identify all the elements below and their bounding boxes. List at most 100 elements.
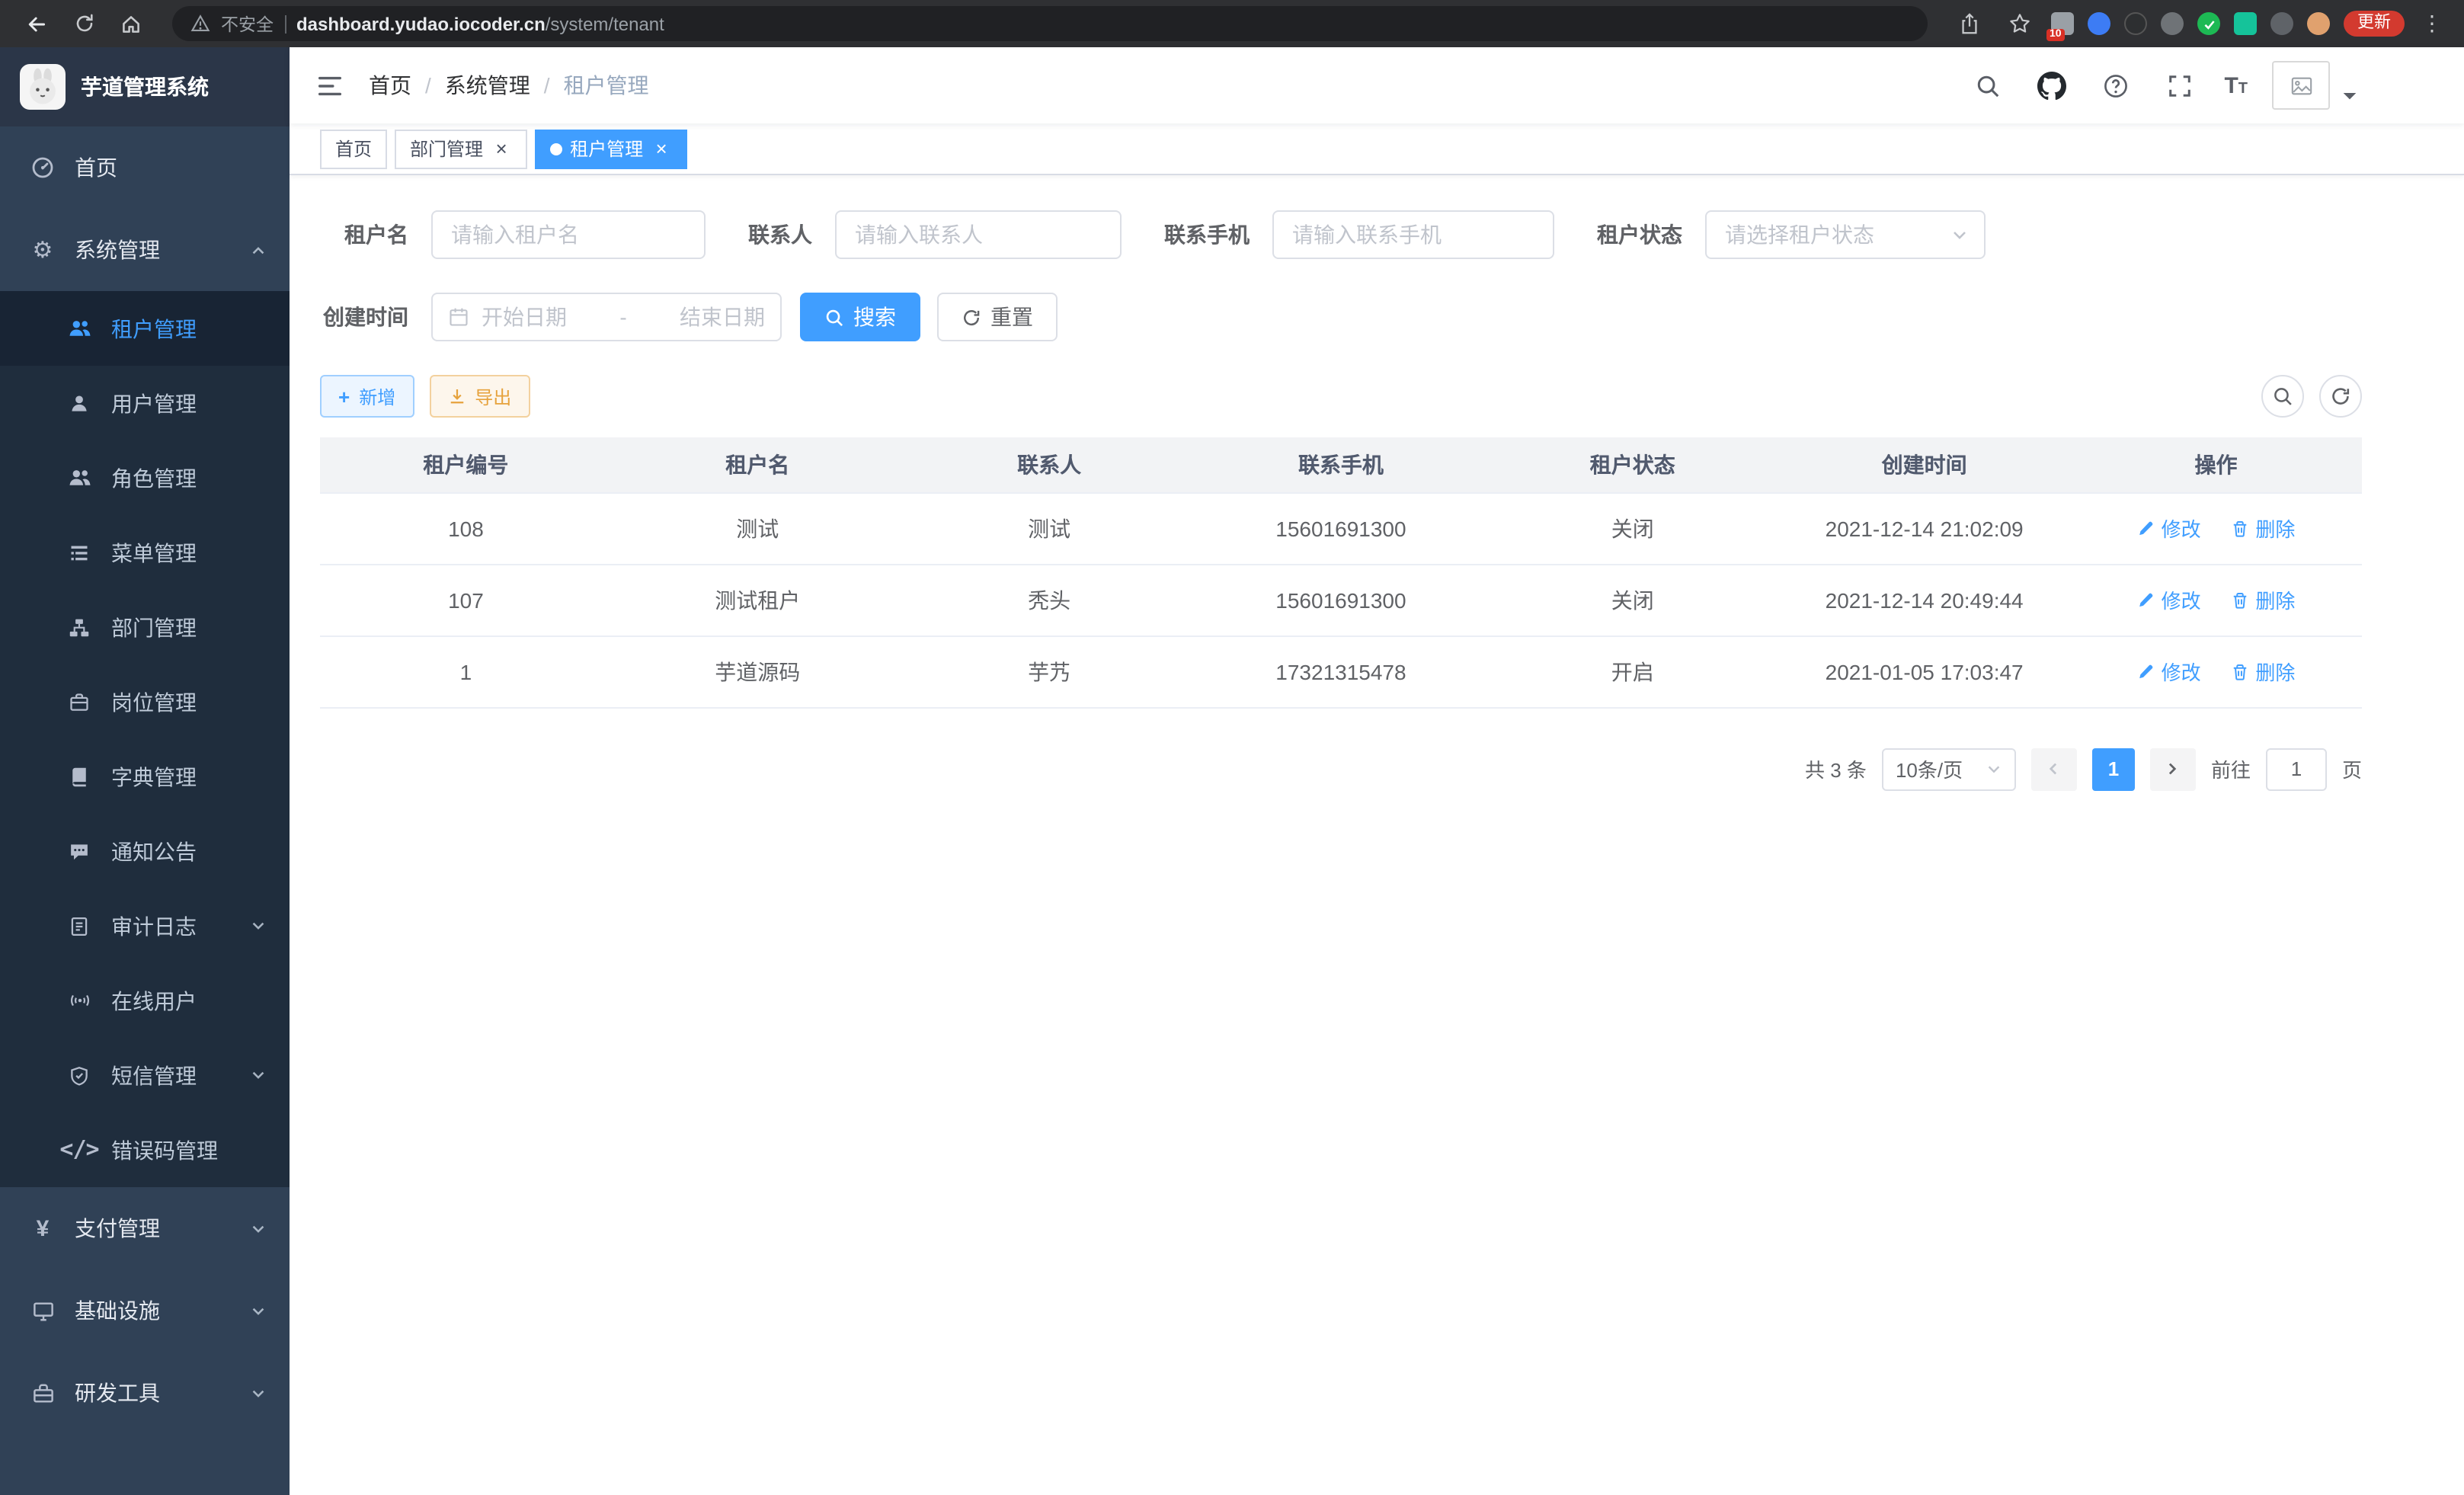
profile-avatar-icon[interactable] <box>2307 12 2330 35</box>
github-icon[interactable] <box>2032 66 2072 105</box>
tag-dept[interactable]: 部门管理 × <box>395 129 527 168</box>
table-header-cell: 租户编号 <box>320 437 612 492</box>
extension-icon[interactable] <box>2234 12 2257 35</box>
breadcrumb-home[interactable]: 首页 <box>369 70 411 101</box>
bookmark-star-icon[interactable] <box>2001 5 2037 42</box>
delete-label: 删除 <box>2255 514 2295 543</box>
sidebar-item-menu[interactable]: 菜单管理 <box>0 515 290 590</box>
tenant-icon <box>67 316 91 341</box>
sidebar-toggle-icon[interactable] <box>314 70 344 101</box>
sidebar-item-infrastructure[interactable]: 基础设施 <box>0 1269 290 1352</box>
sidebar-item-label: 首页 <box>75 152 117 183</box>
edit-button[interactable]: 修改 <box>2137 514 2201 543</box>
sidebar-item-user[interactable]: 用户管理 <box>0 366 290 440</box>
sidebar-item-error-code[interactable]: </> 错误码管理 <box>0 1112 290 1187</box>
omnibox-divider <box>284 14 286 33</box>
cell-tenant-id: 1 <box>320 635 612 707</box>
url-bar[interactable]: 不安全 dashboard.yudao.iocoder.cn/system/te… <box>172 6 1928 41</box>
browser-toolbar: 不安全 dashboard.yudao.iocoder.cn/system/te… <box>0 0 2464 47</box>
reload-icon[interactable] <box>66 5 102 42</box>
edit-button[interactable]: 修改 <box>2137 585 2201 614</box>
browser-update-button[interactable]: 更新 <box>2344 11 2405 37</box>
cell-phone: 15601691300 <box>1195 492 1487 564</box>
page-size-select[interactable]: 10条/页 <box>1882 748 2016 790</box>
delete-button[interactable]: 删除 <box>2231 657 2295 686</box>
goto-page-input[interactable] <box>2266 748 2327 790</box>
sidebar-item-dept[interactable]: 部门管理 <box>0 590 290 664</box>
status-select[interactable]: 请选择租户状态 <box>1705 210 1986 259</box>
toggle-search-icon[interactable] <box>2261 375 2304 418</box>
delete-button[interactable]: 删除 <box>2231 514 2295 543</box>
sidebar-item-post[interactable]: 岗位管理 <box>0 664 290 739</box>
sidebar-item-devtools[interactable]: 研发工具 <box>0 1352 290 1434</box>
caret-down-icon[interactable] <box>2342 91 2357 102</box>
top-navbar: 首页 / 系统管理 / 租户管理 TT <box>290 47 2464 123</box>
extension-icon[interactable]: 10 <box>2051 12 2074 35</box>
tag-home[interactable]: 首页 <box>320 129 387 168</box>
close-icon[interactable]: × <box>651 138 672 159</box>
sidebar-item-dict[interactable]: 字典管理 <box>0 739 290 814</box>
breadcrumb-system: 系统管理 <box>445 70 530 101</box>
sidebar-item-role[interactable]: 角色管理 <box>0 440 290 515</box>
sidebar-item-online-users[interactable]: 在线用户 <box>0 963 290 1038</box>
sidebar-item-payment[interactable]: ¥ 支付管理 <box>0 1187 290 1269</box>
dictionary-icon <box>67 764 91 789</box>
cell-phone: 17321315478 <box>1195 635 1487 707</box>
download-icon <box>447 387 466 405</box>
extension-icon[interactable] <box>2088 12 2110 35</box>
contact-input[interactable] <box>835 210 1122 259</box>
search-button[interactable]: 搜索 <box>800 293 920 341</box>
home-icon[interactable] <box>113 5 149 42</box>
search-button-label: 搜索 <box>853 302 896 332</box>
sidebar-item-tenant[interactable]: 租户管理 <box>0 291 290 366</box>
sidebar-item-label: 在线用户 <box>111 985 197 1016</box>
payment-icon: ¥ <box>30 1216 55 1240</box>
sidebar-item-home[interactable]: 首页 <box>0 126 290 209</box>
fullscreen-icon[interactable] <box>2160 66 2200 105</box>
avatar[interactable] <box>2272 61 2330 110</box>
sidebar-item-label: 基础设施 <box>75 1295 160 1326</box>
back-icon[interactable] <box>18 5 55 42</box>
cell-contact: 芋艿 <box>904 635 1195 707</box>
reset-button[interactable]: 重置 <box>937 293 1058 341</box>
extension-icon[interactable] <box>2270 12 2293 35</box>
tenant-table: 租户编号 租户名 联系人 联系手机 租户状态 创建时间 操作 108 测试 测试… <box>320 437 2362 708</box>
app-logo[interactable]: 芋道管理系统 <box>0 47 290 126</box>
extension-icon[interactable] <box>2197 12 2220 35</box>
phone-input[interactable] <box>1272 210 1554 259</box>
sidebar-item-audit-log[interactable]: 审计日志 <box>0 888 290 963</box>
date-range-picker[interactable]: 开始日期 - 结束日期 <box>431 293 782 341</box>
tag-tenant[interactable]: 租户管理 × <box>535 129 687 168</box>
delete-button[interactable]: 删除 <box>2231 585 2295 614</box>
table-header-cell: 租户名 <box>612 437 904 492</box>
table-tools <box>2261 375 2362 418</box>
chevron-down-icon <box>250 1302 267 1319</box>
edit-button[interactable]: 修改 <box>2137 657 2201 686</box>
page-number-1[interactable]: 1 <box>2092 748 2135 790</box>
prev-page-button[interactable] <box>2031 748 2077 790</box>
filter-tenant-name: 租户名 <box>320 210 706 259</box>
cell-created: 2021-12-14 20:49:44 <box>1778 564 2070 635</box>
sidebar-item-sms[interactable]: 短信管理 <box>0 1038 290 1112</box>
reset-button-label: 重置 <box>990 302 1033 332</box>
share-icon[interactable] <box>1950 5 1987 42</box>
sidebar-item-notice[interactable]: 通知公告 <box>0 814 290 888</box>
logo-image <box>20 64 66 110</box>
tenant-name-input[interactable] <box>431 210 706 259</box>
next-page-button[interactable] <box>2150 748 2196 790</box>
close-icon[interactable]: × <box>491 138 512 159</box>
kebab-menu-icon[interactable]: ⋮ <box>2418 11 2446 37</box>
help-icon[interactable] <box>2096 66 2136 105</box>
sidebar-item-system[interactable]: ⚙ 系统管理 <box>0 209 290 291</box>
sidebar-item-label: 审计日志 <box>111 911 197 941</box>
table-header-cell: 租户状态 <box>1486 437 1778 492</box>
extension-icon[interactable] <box>2124 12 2147 35</box>
search-icon[interactable] <box>1968 66 2008 105</box>
add-button[interactable]: + 新增 <box>320 375 414 418</box>
export-button[interactable]: 导出 <box>429 375 530 418</box>
cell-tenant-name: 测试租户 <box>612 564 904 635</box>
extension-icon[interactable] <box>2161 12 2184 35</box>
security-warning-icon <box>190 14 210 34</box>
font-size-icon[interactable]: TT <box>2224 74 2248 97</box>
refresh-icon[interactable] <box>2319 375 2362 418</box>
